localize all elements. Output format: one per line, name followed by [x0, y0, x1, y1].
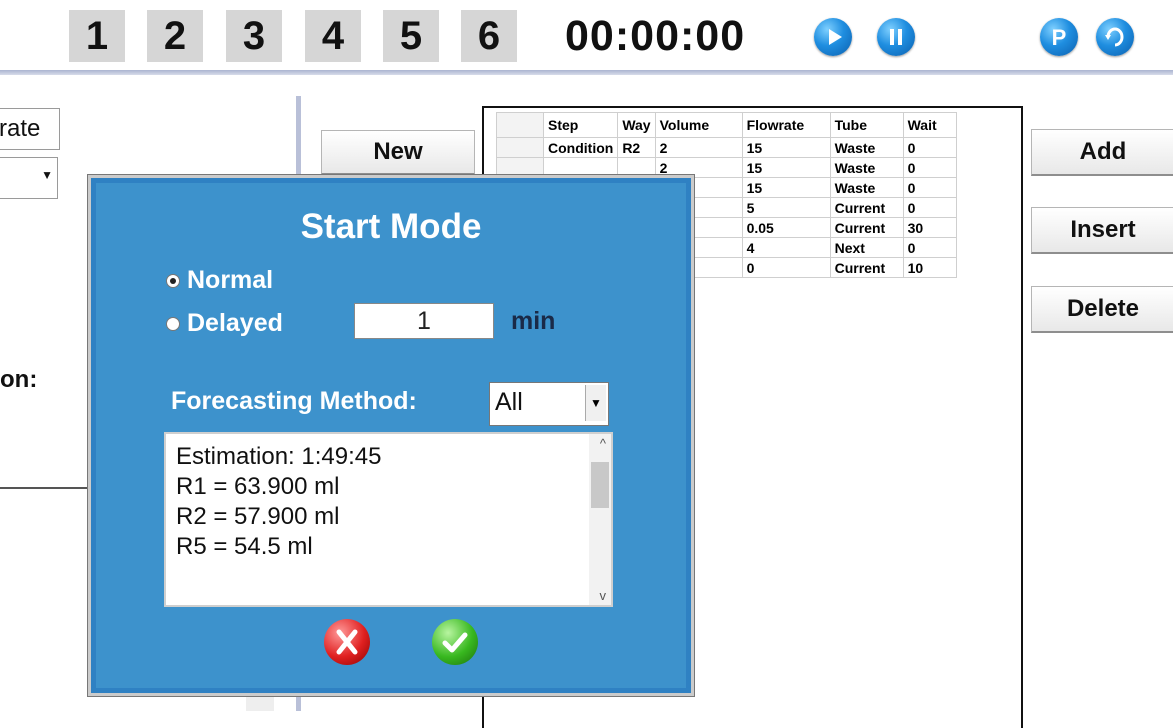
normal-radio[interactable]: Normal	[166, 266, 273, 295]
toolbar-separator	[0, 70, 1173, 75]
column-header[interactable]: Way	[617, 112, 656, 138]
forecasting-method-label: Forecasting Method:	[171, 387, 417, 415]
chevron-down-icon: ▼	[41, 168, 53, 182]
divider	[0, 487, 96, 489]
cancel-icon[interactable]	[324, 619, 370, 665]
pause-icon[interactable]	[877, 18, 915, 56]
delayed-label: Delayed	[187, 309, 283, 337]
insert-button[interactable]: Insert	[1031, 207, 1173, 254]
estimation-textarea[interactable]: Estimation: 1:49:45 R1 = 63.900 ml R2 = …	[164, 432, 613, 607]
chevron-down-icon[interactable]: ▼	[585, 385, 606, 421]
svg-text:P: P	[1052, 25, 1067, 50]
table-row[interactable]: Condition R2 2 15 Waste 0	[496, 137, 957, 158]
delay-minutes-input[interactable]: 1	[354, 303, 494, 339]
channel-6-button[interactable]: 6	[461, 10, 517, 62]
channel-5-button[interactable]: 5	[383, 10, 439, 62]
p-icon[interactable]: P	[1040, 18, 1078, 56]
column-header[interactable]: Tube	[829, 112, 904, 138]
partial-label: on:	[0, 366, 38, 393]
estimation-line: Estimation: 1:49:45	[176, 443, 382, 470]
estimation-line: R1 = 63.900 ml	[176, 473, 340, 500]
play-icon[interactable]	[814, 18, 852, 56]
scroll-down-icon[interactable]: v	[600, 588, 607, 603]
delay-unit-label: min	[511, 307, 556, 335]
scrollbar-thumb[interactable]	[591, 462, 609, 508]
forecasting-selected-value: All	[495, 388, 523, 416]
partial-dropdown[interactable]: ▼	[0, 157, 58, 199]
radio-unchecked-icon	[166, 316, 180, 331]
delete-button[interactable]: Delete	[1031, 286, 1173, 333]
forecasting-method-select[interactable]: All ▼	[489, 382, 609, 426]
radio-checked-icon	[166, 273, 180, 288]
column-header[interactable]: Flowrate	[741, 112, 831, 138]
textarea-scrollbar[interactable]	[589, 434, 611, 605]
timer: 00:00:00	[565, 12, 746, 60]
channel-1-button[interactable]: 1	[69, 10, 125, 62]
estimation-lines: Estimation: 1:49:45 R1 = 63.900 ml R2 = …	[176, 442, 381, 562]
scroll-up-icon[interactable]: ^	[600, 436, 606, 451]
channel-4-button[interactable]: 4	[305, 10, 361, 62]
channel-3-button[interactable]: 3	[226, 10, 282, 62]
estimation-line: R2 = 57.900 ml	[176, 503, 340, 530]
partial-field[interactable]: rate	[0, 108, 60, 150]
delayed-radio[interactable]: Delayed	[166, 309, 283, 338]
dialog-body: Start Mode Normal Delayed 1 min Forecast…	[96, 183, 686, 688]
new-button[interactable]: New	[321, 130, 475, 175]
column-header[interactable]: Step	[542, 112, 619, 138]
column-header[interactable]: Wait	[902, 112, 957, 138]
refresh-icon[interactable]	[1096, 18, 1134, 56]
row-header	[496, 112, 544, 138]
normal-label: Normal	[187, 266, 274, 294]
start-mode-dialog: Start Mode Normal Delayed 1 min Forecast…	[88, 175, 694, 696]
ok-icon[interactable]	[432, 619, 478, 665]
add-button[interactable]: Add	[1031, 129, 1173, 176]
channel-2-button[interactable]: 2	[147, 10, 203, 62]
column-header[interactable]: Volume	[654, 112, 743, 138]
estimation-line: R5 = 54.5 ml	[176, 533, 313, 560]
dialog-title: Start Mode	[300, 207, 482, 246]
